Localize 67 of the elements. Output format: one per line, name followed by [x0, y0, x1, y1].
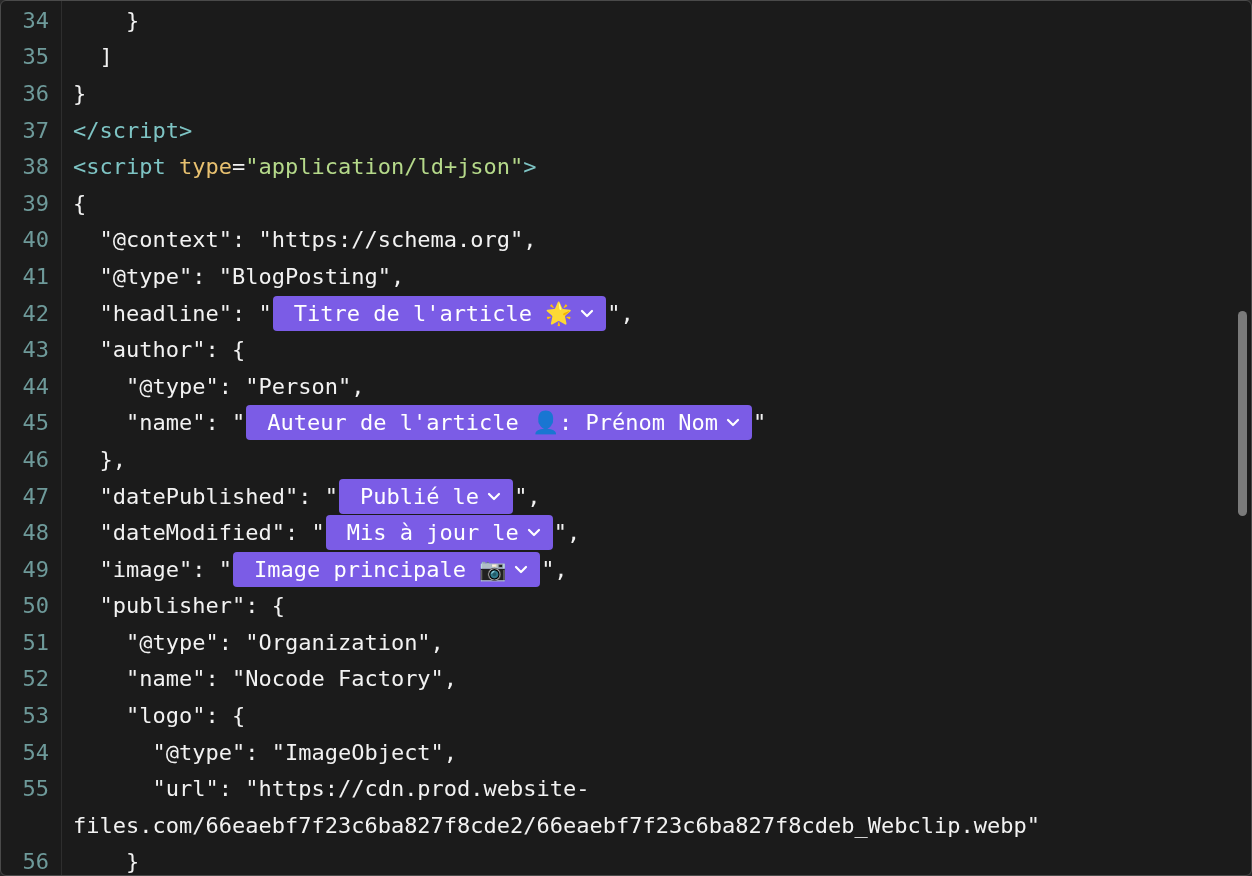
- line-number: 34: [21, 6, 50, 35]
- code-text: "@type": "ImageObject",: [151, 738, 458, 767]
- line-number: 38: [21, 153, 50, 182]
- code-text: =: [231, 153, 246, 182]
- variable-dropdown[interactable]: Titre de l'article 🌟: [272, 295, 607, 331]
- line-number: 40: [21, 226, 50, 255]
- chevron-down-icon: [580, 308, 595, 318]
- variable-dropdown[interactable]: Mis à jour le: [325, 515, 553, 551]
- code-text: },: [98, 445, 126, 474]
- code-text: "@type": "Organization",: [124, 628, 444, 657]
- line-number: 51: [21, 628, 50, 657]
- code-text: }: [124, 848, 140, 875]
- code-text: ",: [514, 482, 541, 511]
- variable-dropdown[interactable]: Image principale 📷: [232, 551, 541, 587]
- code-text: "@type": "BlogPosting",: [98, 262, 405, 291]
- chevron-down-icon: [487, 491, 502, 501]
- code-text: {: [73, 189, 87, 218]
- line-number: 45: [21, 409, 50, 438]
- code-text: "logo": {: [124, 702, 246, 731]
- code-text: files.com/66eaebf7f23c6ba827f8cde2/66eaebf7f23c6ba827f8cdeb_Webclip.webp": [73, 811, 1040, 840]
- code-text: ]: [98, 43, 113, 72]
- code-text: "headline": ": [98, 299, 272, 328]
- line-number: 35: [21, 43, 50, 72]
- line-number: 50: [21, 592, 50, 621]
- line-number: 46: [21, 445, 50, 474]
- scrollbar-thumb[interactable]: [1238, 311, 1247, 516]
- chevron-down-icon: [526, 528, 541, 538]
- chevron-down-icon: [726, 418, 741, 428]
- code-text: "publisher": {: [98, 592, 285, 621]
- code-text: "image": ": [98, 555, 232, 584]
- chevron-down-icon: [514, 564, 529, 574]
- line-number: 48: [21, 519, 50, 548]
- code-text: ": [753, 409, 767, 438]
- line-number: 55: [21, 775, 50, 804]
- line-number: 43: [21, 336, 50, 365]
- code-attribute: type: [177, 153, 232, 182]
- line-number: 41: [21, 262, 50, 291]
- line-number: 47: [21, 482, 50, 511]
- code-text: }: [124, 6, 140, 35]
- code-text: "@context": "https://schema.org",: [98, 226, 537, 255]
- code-text: "dateModified": ": [98, 519, 325, 548]
- code-text: "author": {: [98, 336, 246, 365]
- line-number: 37: [21, 116, 50, 145]
- code-tag: <script: [73, 150, 166, 184]
- line-number: 52: [21, 665, 50, 694]
- variable-dropdown[interactable]: Auteur de l'article 👤: Prénom Nom: [246, 405, 753, 441]
- code-text: "url": "https://cdn.prod.website-: [151, 775, 590, 804]
- code-text: ",: [541, 555, 568, 584]
- code-text: "@type": "Person",: [124, 372, 365, 401]
- line-number: 49: [21, 555, 50, 584]
- code-tag: </script>: [73, 113, 193, 147]
- line-number: 42: [21, 299, 50, 328]
- line-number: 44: [21, 372, 50, 401]
- code-string: "application/ld+json": [245, 153, 524, 182]
- code-text: "name": "Nocode Factory",: [124, 665, 458, 694]
- variable-dropdown[interactable]: Publié le: [338, 478, 514, 514]
- code-text: "datePublished": ": [98, 482, 338, 511]
- code-text: "name": ": [124, 409, 246, 438]
- line-number: 54: [21, 738, 50, 767]
- code-text: ",: [607, 299, 634, 328]
- code-text: ",: [553, 519, 581, 548]
- line-number: 56: [21, 848, 50, 875]
- line-number: 39: [21, 189, 50, 218]
- line-number: 53: [21, 702, 50, 731]
- code-tag: >: [523, 150, 537, 184]
- line-number: 36: [21, 80, 50, 108]
- code-text: }: [73, 80, 87, 108]
